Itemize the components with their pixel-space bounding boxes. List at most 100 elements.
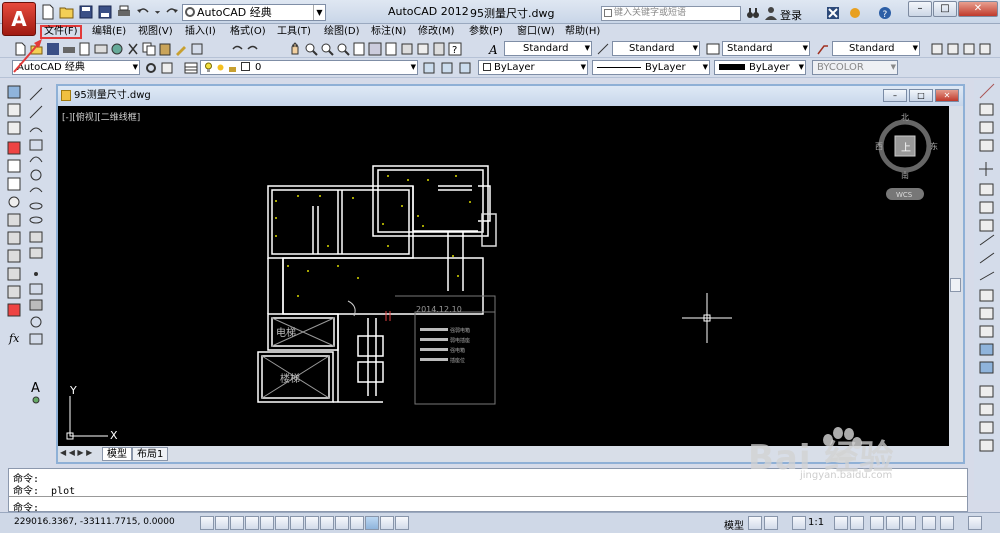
cut-icon[interactable]: [126, 42, 140, 56]
close-button[interactable]: ✕: [958, 1, 998, 17]
model-space-label[interactable]: 模型: [724, 517, 744, 532]
binoculars-icon[interactable]: [746, 6, 760, 20]
table-style-select[interactable]: Standard ▼: [722, 41, 810, 56]
zoom-realtime-icon[interactable]: [304, 42, 318, 56]
menu-modify[interactable]: 修改(M): [416, 25, 456, 39]
clean-screen-button[interactable]: [968, 516, 982, 530]
application-menu-button[interactable]: A: [2, 2, 36, 36]
qp-toggle[interactable]: [380, 516, 394, 530]
layer-previous-icon[interactable]: [440, 61, 454, 75]
save-toolbar-icon[interactable]: [46, 42, 60, 56]
properties-icon[interactable]: [352, 42, 366, 56]
snap-toggle[interactable]: [215, 516, 229, 530]
otrack-toggle[interactable]: [305, 516, 319, 530]
ducs-toggle[interactable]: [320, 516, 334, 530]
layer-tool-3-icon[interactable]: [962, 42, 976, 56]
text-style-icon[interactable]: A: [488, 42, 502, 56]
layer-state-icon[interactable]: [458, 61, 472, 75]
customize-icon[interactable]: [160, 61, 174, 75]
menu-format[interactable]: 格式(O): [228, 25, 268, 39]
undo-dropdown-icon[interactable]: [154, 4, 161, 20]
menu-draw[interactable]: 绘图(D): [322, 25, 362, 39]
tpy-toggle[interactable]: [365, 516, 379, 530]
new-file-icon[interactable]: [40, 4, 56, 20]
layer-tool-4-icon[interactable]: [978, 42, 992, 56]
3d-osnap-toggle[interactable]: [290, 516, 304, 530]
calculator-icon[interactable]: [432, 42, 446, 56]
3d-dwf-icon[interactable]: [110, 42, 124, 56]
undo-icon[interactable]: [135, 4, 151, 20]
menu-parametric[interactable]: 参数(P): [467, 25, 505, 39]
lineweight-select[interactable]: ByLayer ▼: [714, 60, 806, 75]
text-style-select[interactable]: Standard ▼: [504, 41, 592, 56]
layer-tool-2-icon[interactable]: [946, 42, 960, 56]
block-editor-icon[interactable]: [190, 42, 204, 56]
paste-icon[interactable]: [158, 42, 172, 56]
annotation-visibility-button[interactable]: [834, 516, 848, 530]
menu-window[interactable]: 窗口(W): [515, 25, 557, 39]
drawing-restore-button[interactable]: □: [909, 89, 933, 102]
layer-properties-icon[interactable]: [184, 61, 198, 75]
dim-style-select[interactable]: Standard ▼: [612, 41, 700, 56]
multileader-style-select[interactable]: Standard ▼: [832, 41, 920, 56]
polar-toggle[interactable]: [260, 516, 274, 530]
star-icon[interactable]: [848, 6, 862, 20]
color-select[interactable]: ByLayer ▼: [478, 60, 588, 75]
menu-insert[interactable]: 插入(I): [183, 25, 218, 39]
sheet-set-icon[interactable]: [400, 42, 414, 56]
hardware-accel-button[interactable]: [902, 516, 916, 530]
quick-view-drawings-button[interactable]: [764, 516, 778, 530]
drawing-canvas[interactable]: 强弱电箱 弱电插座 强电箱 插座位 2014.12.10 电梯 楼梯 上 北 南: [58, 106, 949, 446]
dyn-toggle[interactable]: [335, 516, 349, 530]
menu-edit[interactable]: 编辑(E): [90, 25, 128, 39]
login-link[interactable]: 登录: [780, 7, 802, 23]
viewcube[interactable]: 上 北 南 东 西 WCS: [875, 113, 938, 200]
workspace-switch-button[interactable]: [870, 516, 884, 530]
table-style-icon[interactable]: [706, 42, 720, 56]
redo-toolbar-icon[interactable]: [246, 42, 260, 56]
open-file-icon[interactable]: [59, 4, 75, 20]
lwt-toggle[interactable]: [350, 516, 364, 530]
isolate-objects-button[interactable]: [922, 516, 936, 530]
zoom-window-icon[interactable]: [320, 42, 334, 56]
multileader-style-icon[interactable]: [816, 42, 830, 56]
publish-icon[interactable]: [94, 42, 108, 56]
plotstyle-select[interactable]: BYCOLOR ▼: [812, 60, 898, 75]
linetype-select[interactable]: ByLayer ▼: [592, 60, 710, 75]
grid-toggle[interactable]: [230, 516, 244, 530]
print-icon[interactable]: [62, 42, 76, 56]
match-properties-icon[interactable]: [174, 42, 188, 56]
save-as-icon[interactable]: [97, 4, 113, 20]
redo-icon[interactable]: [164, 4, 180, 20]
drawing-close-button[interactable]: ✕: [935, 89, 959, 102]
markup-icon[interactable]: [416, 42, 430, 56]
design-center-icon[interactable]: [368, 42, 382, 56]
make-current-icon[interactable]: [422, 61, 436, 75]
annotation-scale-value[interactable]: 1:1: [808, 517, 824, 528]
undo-toolbar-icon[interactable]: [230, 42, 244, 56]
layer-tool-1-icon[interactable]: [930, 42, 944, 56]
maximize-button[interactable]: □: [933, 1, 957, 17]
menu-help[interactable]: 帮助(H): [563, 25, 602, 39]
annotation-scale-icon[interactable]: [792, 516, 806, 530]
zoom-previous-icon[interactable]: [336, 42, 350, 56]
search-input[interactable]: 键入关键字或短语: [601, 6, 741, 21]
menu-view[interactable]: 视图(V): [136, 25, 175, 39]
coordinate-display[interactable]: 229016.3367, -33111.7715, 0.0000: [14, 517, 175, 527]
layer-select[interactable]: 0 ▼: [200, 60, 418, 75]
auto-scale-button[interactable]: [850, 516, 864, 530]
pan-icon[interactable]: [288, 42, 302, 56]
quick-view-layouts-button[interactable]: [748, 516, 762, 530]
vertical-scrollbar[interactable]: [949, 106, 963, 446]
tab-model[interactable]: 模型: [102, 447, 132, 461]
plot-icon[interactable]: [116, 4, 132, 20]
workspace-select[interactable]: AutoCAD 经典 ▼: [182, 4, 326, 21]
status-tray-button[interactable]: [940, 516, 954, 530]
ortho-toggle[interactable]: [245, 516, 259, 530]
tool-palettes-icon[interactable]: [384, 42, 398, 56]
help-toolbar-icon[interactable]: ?: [448, 42, 462, 56]
print-preview-icon[interactable]: [78, 42, 92, 56]
exchange-icon[interactable]: [826, 6, 840, 20]
minimize-button[interactable]: –: [908, 1, 932, 17]
help-icon[interactable]: ?: [878, 6, 892, 20]
